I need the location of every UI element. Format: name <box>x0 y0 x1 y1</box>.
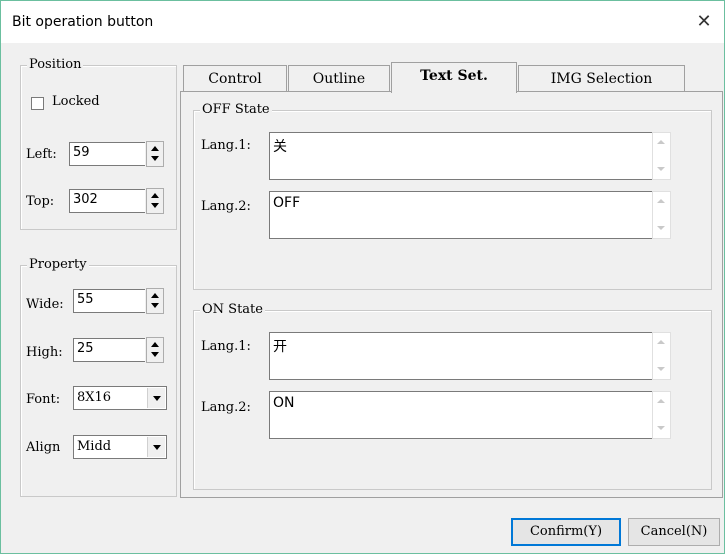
confirm-button[interactable]: Confirm(Y) <box>511 518 621 546</box>
spin-up-icon <box>151 146 159 151</box>
left-spinner[interactable] <box>146 141 164 167</box>
wide-label: Wide: <box>26 297 64 312</box>
on-lang1-label: Lang.1: <box>201 339 251 354</box>
scroll-down-icon <box>657 167 665 171</box>
tab-img-selection[interactable]: IMG Selection <box>518 65 685 92</box>
wide-spinner[interactable] <box>146 288 164 314</box>
on-lang1-field[interactable]: 开 <box>269 332 652 380</box>
on-lang2-label: Lang.2: <box>201 400 251 415</box>
scroll-down-icon <box>657 367 665 371</box>
scroll-up-icon <box>657 340 665 344</box>
align-select[interactable]: Midd <box>73 435 167 459</box>
left-input[interactable]: 59 <box>69 142 145 166</box>
on-state-label: ON State <box>200 302 265 317</box>
top-spinner[interactable] <box>146 188 164 214</box>
high-spinner[interactable] <box>146 337 164 363</box>
off-lang1-label: Lang.1: <box>201 138 251 153</box>
font-select[interactable]: 8X16 <box>73 386 167 410</box>
scroll-down-icon <box>657 226 665 230</box>
window-title: Bit operation button <box>12 14 154 30</box>
chevron-down-icon[interactable] <box>147 388 165 408</box>
tab-text-set[interactable]: Text Set. <box>391 62 517 93</box>
on-lang2-field[interactable]: ON <box>269 391 652 439</box>
off-lang2-label: Lang.2: <box>201 199 251 214</box>
off-lang1-field[interactable]: 关 <box>269 132 652 180</box>
top-input[interactable]: 302 <box>69 189 145 213</box>
spin-up-icon <box>151 193 159 198</box>
title-bar[interactable]: Bit operation button ✕ <box>1 1 724 43</box>
dialog-window: Bit operation button ✕ Position Locked L… <box>0 0 725 554</box>
font-label: Font: <box>26 392 61 407</box>
on-lang1-scrollbar[interactable] <box>652 332 671 380</box>
tab-outline[interactable]: Outline <box>288 65 390 92</box>
locked-checkbox[interactable] <box>31 97 44 110</box>
off-lang2-scrollbar[interactable] <box>652 191 671 239</box>
spin-up-icon <box>151 293 159 298</box>
left-label: Left: <box>26 147 57 162</box>
wide-input[interactable]: 55 <box>73 289 145 313</box>
property-group-label: Property <box>27 257 89 272</box>
top-label: Top: <box>26 194 55 209</box>
tab-control[interactable]: Control <box>183 65 287 92</box>
scroll-down-icon <box>657 426 665 430</box>
high-input[interactable]: 25 <box>73 338 145 362</box>
off-lang2-field[interactable]: OFF <box>269 191 652 239</box>
chevron-down-icon[interactable] <box>147 437 165 457</box>
locked-label: Locked <box>52 94 100 109</box>
off-state-label: OFF State <box>200 102 272 117</box>
spin-down-icon <box>151 203 159 208</box>
spin-down-icon <box>151 156 159 161</box>
spin-down-icon <box>151 303 159 308</box>
high-label: High: <box>26 345 63 360</box>
position-group-label: Position <box>27 57 84 72</box>
spin-down-icon <box>151 352 159 357</box>
on-lang2-scrollbar[interactable] <box>652 391 671 439</box>
cancel-button[interactable]: Cancel(N) <box>628 518 720 546</box>
off-lang1-scrollbar[interactable] <box>652 132 671 180</box>
align-label: Align <box>26 440 61 455</box>
close-icon[interactable]: ✕ <box>686 7 722 37</box>
scroll-up-icon <box>657 199 665 203</box>
scroll-up-icon <box>657 399 665 403</box>
spin-up-icon <box>151 342 159 347</box>
scroll-up-icon <box>657 140 665 144</box>
